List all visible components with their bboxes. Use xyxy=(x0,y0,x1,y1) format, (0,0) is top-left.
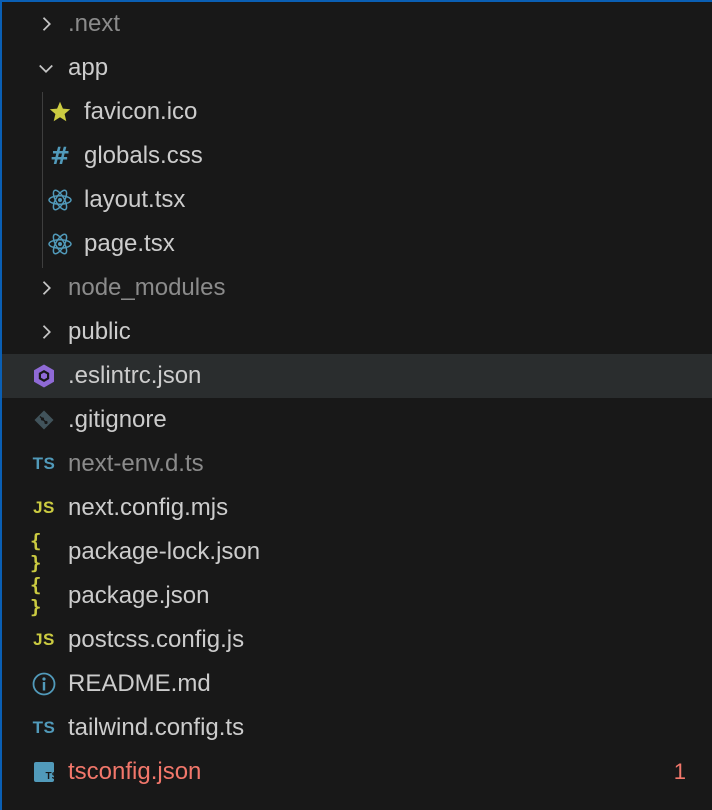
tree-file-tsconfig[interactable]: TS tsconfig.json 1 xyxy=(2,750,712,794)
tree-item-label: public xyxy=(68,318,131,345)
tree-item-label: next.config.mjs xyxy=(68,494,229,521)
chevron-down-icon xyxy=(34,56,58,80)
tree-folder-app[interactable]: app xyxy=(2,46,712,90)
tsconfig-icon-text: TS xyxy=(46,771,57,782)
tree-file-next-env[interactable]: TS next-env.d.ts xyxy=(2,442,712,486)
tree-file-postcss-config[interactable]: JS postcss.config.js xyxy=(2,618,712,662)
file-explorer: .next app favicon.ico # globals.css layo… xyxy=(0,0,712,810)
react-icon xyxy=(46,186,74,214)
tree-file-tailwind-config[interactable]: TS tailwind.config.ts xyxy=(2,706,712,750)
tsconfig-icon: TS xyxy=(30,758,58,786)
tree-file-layout-tsx[interactable]: layout.tsx xyxy=(2,178,712,222)
tree-item-label: globals.css xyxy=(84,142,203,169)
tree-folder-node-modules[interactable]: node_modules xyxy=(2,266,712,310)
tree-item-label: .gitignore xyxy=(68,406,167,433)
chevron-right-icon xyxy=(34,12,58,36)
react-icon xyxy=(46,230,74,258)
hash-icon: # xyxy=(49,142,71,170)
javascript-icon: JS xyxy=(33,498,55,517)
tree-file-package-json[interactable]: { } package.json xyxy=(2,574,712,618)
tree-item-label: .next xyxy=(68,10,121,37)
tree-item-label: package-lock.json xyxy=(68,538,261,565)
tree-folder-public[interactable]: public xyxy=(2,310,712,354)
chevron-right-icon xyxy=(34,276,58,300)
star-icon xyxy=(46,98,74,126)
tree-file-package-lock[interactable]: { } package-lock.json xyxy=(2,530,712,574)
tree-item-label: README.md xyxy=(68,670,211,697)
tree-file-readme[interactable]: README.md xyxy=(2,662,712,706)
tree-file-gitignore[interactable]: .gitignore xyxy=(2,398,712,442)
tree-item-label: favicon.ico xyxy=(84,98,198,125)
json-icon: { } xyxy=(30,530,43,574)
tree-file-eslintrc[interactable]: .eslintrc.json xyxy=(2,354,712,398)
tree-file-favicon[interactable]: favicon.ico xyxy=(2,90,712,134)
tree-item-label: postcss.config.js xyxy=(68,626,245,653)
eslint-icon xyxy=(30,362,58,390)
tree-item-label: layout.tsx xyxy=(84,186,186,213)
tree-item-label: .eslintrc.json xyxy=(68,362,202,389)
tree-item-label: package.json xyxy=(68,582,210,609)
problem-count-badge: 1 xyxy=(673,759,686,784)
json-icon: { } xyxy=(30,574,43,618)
tree-item-label: node_modules xyxy=(68,274,226,301)
tree-file-globals-css[interactable]: # globals.css xyxy=(2,134,712,178)
tree-item-label: tailwind.config.ts xyxy=(68,714,245,741)
info-icon xyxy=(30,670,58,698)
tree-item-label: tsconfig.json xyxy=(68,758,202,785)
tree-folder-next[interactable]: .next xyxy=(2,2,712,46)
chevron-right-icon xyxy=(34,320,58,344)
typescript-icon: TS xyxy=(32,454,56,473)
typescript-icon: TS xyxy=(32,718,56,737)
git-icon xyxy=(30,406,58,434)
javascript-icon: JS xyxy=(33,630,55,649)
tree-item-label: next-env.d.ts xyxy=(68,450,204,477)
tree-file-page-tsx[interactable]: page.tsx xyxy=(2,222,712,266)
tree-item-label: app xyxy=(68,54,109,81)
tree-file-next-config[interactable]: JS next.config.mjs xyxy=(2,486,712,530)
tree-item-label: page.tsx xyxy=(84,230,175,257)
